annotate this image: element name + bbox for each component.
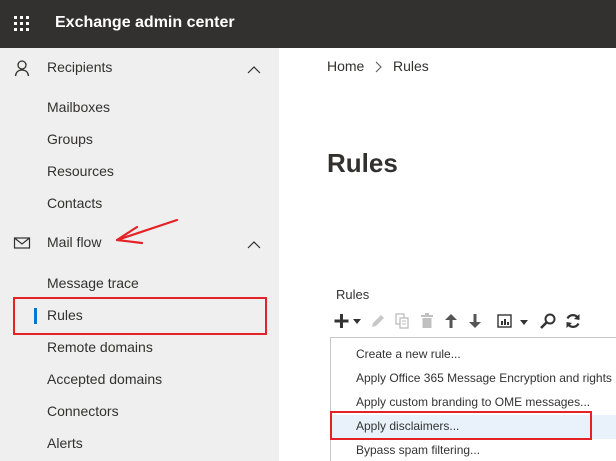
- sidebar-item-label: Alerts: [47, 435, 83, 451]
- menu-item-label: Apply custom branding to OME messages...: [356, 395, 591, 409]
- chevron-right-icon: [374, 60, 382, 73]
- search-icon[interactable]: [539, 310, 557, 332]
- delete-icon[interactable]: [418, 310, 436, 332]
- menu-item-create-new-rule[interactable]: Create a new rule...: [331, 343, 616, 367]
- annotation-arrow: [115, 218, 179, 245]
- sidebar-item-label: Accepted domains: [47, 371, 163, 387]
- annotation-box-rules: [13, 297, 267, 335]
- sidebar-item-message-trace[interactable]: Message trace: [0, 268, 279, 300]
- refresh-icon[interactable]: [564, 310, 582, 332]
- sidebar-item-label: Message trace: [47, 275, 139, 291]
- app-title[interactable]: Exchange admin center: [55, 14, 235, 32]
- top-bar: Exchange admin center: [0, 0, 616, 48]
- sidebar-item-label: Mailboxes: [47, 99, 111, 115]
- nav-group-label: Recipients: [47, 59, 113, 75]
- waffle-icon[interactable]: [14, 16, 30, 32]
- report-icon[interactable]: [496, 310, 530, 332]
- sidebar: Recipients Mailboxes Groups Resources Co…: [0, 48, 279, 461]
- edit-icon[interactable]: [369, 310, 387, 332]
- annotation-box-apply-disclaimers: [330, 411, 592, 440]
- new-rule-menu: Create a new rule... Apply Office 365 Me…: [330, 337, 616, 461]
- move-up-icon[interactable]: [442, 310, 460, 332]
- menu-item-label: Create a new rule...: [356, 347, 461, 361]
- chevron-up-icon[interactable]: [247, 237, 261, 249]
- nav-group-label: Mail flow: [47, 234, 102, 250]
- sidebar-item-mailboxes[interactable]: Mailboxes: [0, 92, 279, 124]
- sidebar-item-label: Connectors: [47, 403, 119, 419]
- sidebar-item-connectors[interactable]: Connectors: [0, 396, 279, 428]
- chevron-up-icon[interactable]: [247, 62, 261, 74]
- breadcrumb-current: Rules: [393, 58, 429, 74]
- person-icon: [13, 59, 31, 77]
- menu-item-label: Apply Office 365 Message Encryption and …: [356, 371, 616, 385]
- sidebar-item-resources[interactable]: Resources: [0, 156, 279, 188]
- copy-icon[interactable]: [393, 310, 411, 332]
- menu-item-apply-ome-encryption[interactable]: Apply Office 365 Message Encryption and …: [331, 367, 616, 391]
- menu-item-label: Bypass spam filtering...: [356, 443, 481, 457]
- sidebar-item-label: Contacts: [47, 195, 103, 211]
- mail-icon: [13, 234, 31, 252]
- sidebar-item-remote-domains[interactable]: Remote domains: [0, 332, 279, 364]
- sidebar-item-label: Resources: [47, 163, 114, 179]
- sidebar-item-alerts[interactable]: Alerts: [0, 428, 279, 460]
- rules-toolbar: [334, 310, 616, 332]
- breadcrumb-home[interactable]: Home: [327, 58, 364, 74]
- move-down-icon[interactable]: [466, 310, 484, 332]
- sidebar-item-label: Remote domains: [47, 339, 153, 355]
- sidebar-item-accepted-domains[interactable]: Accepted domains: [0, 364, 279, 396]
- add-icon[interactable]: [334, 310, 364, 332]
- nav-group-recipients[interactable]: Recipients: [0, 48, 279, 88]
- page-title: Rules: [327, 148, 398, 178]
- sidebar-item-groups[interactable]: Groups: [0, 124, 279, 156]
- menu-item-bypass-spam-filtering[interactable]: Bypass spam filtering...: [331, 439, 616, 461]
- section-label: Rules: [336, 287, 370, 302]
- sidebar-item-label: Groups: [47, 131, 93, 147]
